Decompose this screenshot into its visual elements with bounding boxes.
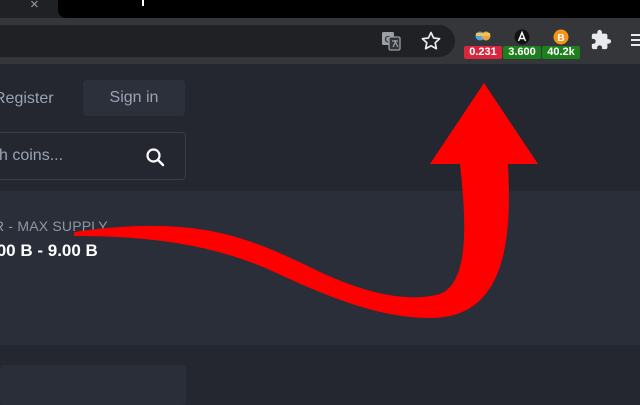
bookmark-star-icon[interactable] [419,29,443,53]
register-link[interactable]: Register [0,90,54,108]
menu-icon[interactable] [628,30,640,50]
signin-button[interactable]: Sign in [83,80,185,116]
text-cursor [142,0,144,6]
lower-card [0,365,186,405]
extension-badge: 0.231 [464,46,502,59]
search-input[interactable]: h coins... [0,132,186,180]
extension-coin-1[interactable]: 0.231 [464,29,502,59]
search-icon[interactable] [145,147,165,167]
tab-close-icon[interactable]: × [30,0,39,13]
extensions-puzzle-icon[interactable] [590,29,612,51]
supply-label: R - MAX SUPPLY [0,218,108,234]
coin-logo-icon [514,29,530,45]
supply-value: .00 B - 9.00 B [0,241,98,260]
extension-badge: 40.2k [542,46,580,59]
extension-coin-2[interactable]: 3.600 [503,29,541,59]
tab-strip: × [0,0,640,18]
translate-icon[interactable]: G [381,31,401,51]
extension-badge: 3.600 [503,46,541,59]
active-tab[interactable] [58,0,640,18]
extension-coin-3[interactable]: B 40.2k [542,29,580,59]
search-placeholder: h coins... [0,147,64,164]
bitcoin-icon: B [553,29,569,45]
svg-text:B: B [557,33,564,44]
glasses-coin-icon [475,31,491,41]
supply-panel: R - MAX SUPPLY .00 B - 9.00 B [0,191,640,345]
